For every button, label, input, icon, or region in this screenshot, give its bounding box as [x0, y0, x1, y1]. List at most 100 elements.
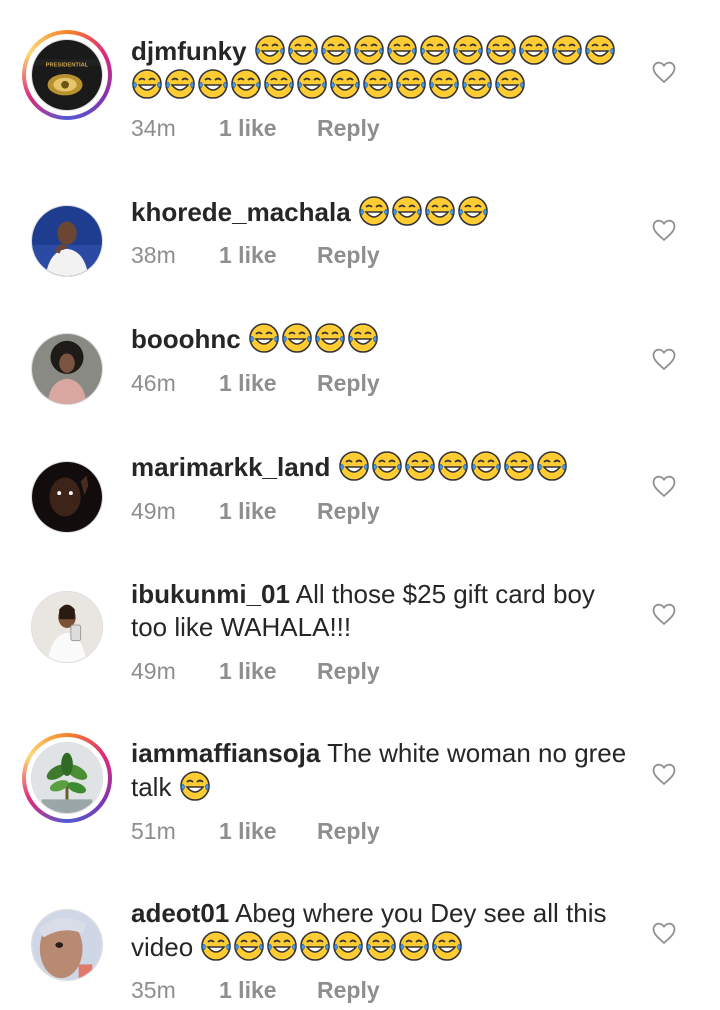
reply-button[interactable]: Reply [317, 115, 380, 142]
comment-meta: 49m 1 like Reply [131, 498, 380, 525]
like-heart-icon[interactable] [650, 760, 678, 788]
comment-meta: 46m 1 like Reply [131, 370, 380, 397]
comment-likes[interactable]: 1 like [219, 498, 317, 525]
avatar[interactable] [22, 452, 112, 542]
laughing-emoji-icon [282, 323, 312, 353]
reply-button[interactable]: Reply [317, 658, 380, 685]
laughing-emoji-icon [585, 35, 615, 65]
like-heart-icon[interactable] [650, 919, 678, 947]
comment-emoji [179, 771, 212, 802]
laughing-emoji-icon [366, 931, 397, 961]
laughing-emoji-icon [354, 35, 384, 65]
comment-likes[interactable]: 1 like [219, 658, 317, 685]
reply-button[interactable]: Reply [317, 977, 380, 1004]
laughing-emoji-icon [255, 35, 285, 65]
reply-button[interactable]: Reply [317, 818, 380, 845]
laughing-emoji-icon [399, 931, 430, 961]
comment-username[interactable]: adeot01 [131, 898, 229, 928]
reply-button[interactable]: Reply [317, 242, 380, 269]
like-heart-icon[interactable] [650, 345, 678, 373]
laughing-emoji-icon [536, 451, 567, 481]
laughing-emoji-icon [458, 196, 488, 226]
laughing-emoji-icon [371, 451, 402, 481]
laughing-emoji-icon [363, 69, 393, 99]
comment-text: ibukunmi_01 All those $25 gift card boy … [131, 578, 631, 644]
avatar[interactable] [22, 196, 112, 286]
laughing-emoji-icon [231, 69, 261, 99]
laughing-emoji-icon [267, 931, 298, 961]
avatar[interactable] [22, 733, 112, 823]
avatar-image [31, 205, 103, 277]
laughing-emoji-icon [552, 35, 582, 65]
comment-timestamp: 46m [131, 370, 176, 396]
avatar[interactable]: PRESIDENTIAL [22, 30, 112, 120]
comment-text: djmfunky [131, 34, 631, 102]
comment-timestamp: 49m [131, 498, 176, 524]
comment-username[interactable]: booohnc [131, 324, 241, 354]
laughing-emoji-icon [321, 35, 351, 65]
comment-text: marimarkk_land [131, 450, 631, 484]
comment-meta: 38m 1 like Reply [131, 242, 380, 269]
like-heart-icon[interactable] [650, 216, 678, 244]
laughing-emoji-icon [462, 69, 492, 99]
laughing-emoji-icon [432, 931, 463, 961]
comment-likes[interactable]: 1 like [219, 977, 317, 1004]
laughing-emoji-icon [453, 35, 483, 65]
laughing-emoji-icon [470, 451, 501, 481]
reply-button[interactable]: Reply [317, 370, 380, 397]
like-heart-icon[interactable] [650, 58, 678, 86]
laughing-emoji-icon [179, 771, 210, 801]
laughing-emoji-icon [300, 931, 331, 961]
avatar[interactable] [22, 582, 112, 672]
comment-emoji [358, 196, 490, 227]
avatar-image: PRESIDENTIAL [31, 39, 103, 111]
comment-username[interactable]: khorede_machala [131, 197, 351, 227]
laughing-emoji-icon [495, 69, 525, 99]
comment-text: adeot01 Abeg where you Dey see all this … [131, 897, 631, 964]
laughing-emoji-icon [249, 323, 279, 353]
comment-username[interactable]: iammaffiansoja [131, 738, 320, 768]
laughing-emoji-icon [359, 196, 389, 226]
laughing-emoji-icon [519, 35, 549, 65]
svg-text:PRESIDENTIAL: PRESIDENTIAL [46, 62, 89, 68]
laughing-emoji-icon [396, 69, 426, 99]
laughing-emoji-icon [392, 196, 422, 226]
comment-username[interactable]: marimarkk_land [131, 452, 330, 482]
comment-likes[interactable]: 1 like [219, 242, 317, 269]
comment-text: khorede_machala [131, 195, 631, 229]
comment-timestamp: 38m [131, 242, 176, 268]
comment-timestamp: 51m [131, 818, 176, 844]
laughing-emoji-icon [437, 451, 468, 481]
laughing-emoji-icon [330, 69, 360, 99]
laughing-emoji-icon [201, 931, 232, 961]
laughing-emoji-icon [387, 35, 417, 65]
comment-likes[interactable]: 1 like [219, 818, 317, 845]
avatar-image [31, 333, 103, 405]
like-heart-icon[interactable] [650, 600, 678, 628]
comment-username[interactable]: djmfunky [131, 36, 247, 66]
laughing-emoji-icon [297, 69, 327, 99]
laughing-emoji-icon [420, 35, 450, 65]
avatar[interactable] [22, 900, 112, 990]
laughing-emoji-icon [503, 451, 534, 481]
avatar[interactable] [22, 324, 112, 414]
reply-button[interactable]: Reply [317, 498, 380, 525]
laughing-emoji-icon [404, 451, 435, 481]
laughing-emoji-icon [425, 196, 455, 226]
like-heart-icon[interactable] [650, 472, 678, 500]
comment-likes[interactable]: 1 like [219, 370, 317, 397]
avatar-image [31, 461, 103, 533]
comment-meta: 51m 1 like Reply [131, 818, 380, 845]
comment-timestamp: 34m [131, 115, 176, 141]
avatar-image [31, 591, 103, 663]
laughing-emoji-icon [234, 931, 265, 961]
comment-likes[interactable]: 1 like [219, 115, 317, 142]
laughing-emoji-icon [338, 451, 369, 481]
laughing-emoji-icon [333, 931, 364, 961]
comment-text: iammaffiansoja The white woman no gree t… [131, 737, 631, 804]
comment-emoji [200, 931, 464, 962]
comment-emoji [338, 451, 569, 482]
comment-timestamp: 49m [131, 658, 176, 684]
comment-username[interactable]: ibukunmi_01 [131, 579, 290, 609]
laughing-emoji-icon [429, 69, 459, 99]
